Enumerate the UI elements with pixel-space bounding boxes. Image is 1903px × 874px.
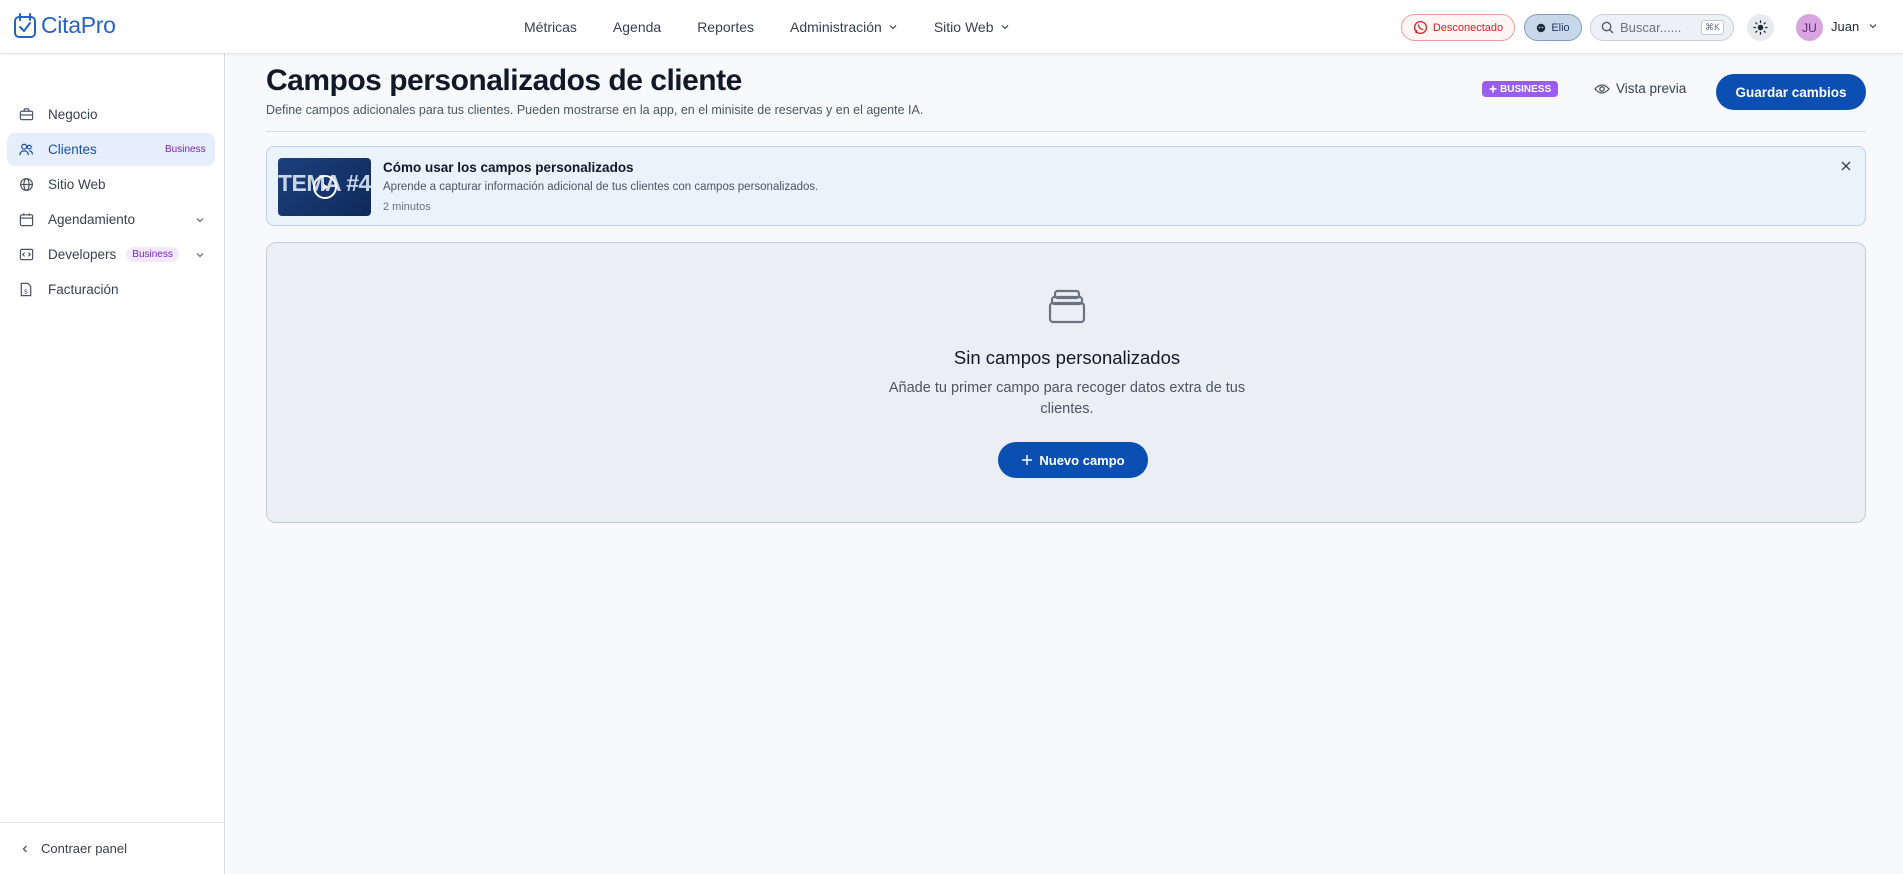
preview-label: Vista previa [1616,81,1687,96]
close-icon[interactable] [1839,159,1853,173]
main-nav: Métricas Agenda Reportes Administración … [524,0,1010,54]
page-subtitle: Define campos adicionales para tus clien… [266,103,924,117]
sidebar-item-sitio-web[interactable]: Sitio Web [7,168,215,201]
empty-state-text: Añade tu primer campo para recoger datos… [888,380,1246,417]
business-badge: Business [126,247,179,262]
sidebar-item-developers[interactable]: Developers Business [7,238,215,271]
nav-metricas[interactable]: Métricas [524,19,577,35]
empty-state-title: Sin campos personalizados [953,347,1181,368]
nav-agenda[interactable]: Agenda [613,19,661,35]
business-tag-label: BUSINESS [1500,83,1552,95]
logo[interactable]: CitaPro [13,12,116,39]
chevron-down-icon [1001,25,1008,30]
sidebar-item-label: Agendamiento [48,212,136,227]
theme-toggle-button[interactable] [1747,14,1774,41]
nav-reportes[interactable]: Reportes [697,19,754,35]
search-shortcut: ⌘K [1700,20,1724,35]
calendar-check-icon [14,12,36,38]
page-title: Campos personalizados de cliente [266,64,742,97]
whatsapp-status-button[interactable]: Desconectado [1401,14,1515,41]
top-bar: CitaPro Métricas Agenda Reportes Adminis… [0,0,1903,54]
video-duration: 2 minutos [383,201,431,213]
preview-button[interactable]: Vista previa [1594,81,1686,96]
assistant-label: Elio [1551,21,1570,34]
chevron-down-icon [196,218,204,223]
new-field-button[interactable]: Nuevo campo [998,442,1148,478]
sidebar-item-agendamiento[interactable]: Agendamiento [7,203,215,236]
search-input[interactable]: Buscar...... ⌘K [1590,14,1734,41]
sidebar-item-label: Sitio Web [48,177,106,192]
video-tutorial-card[interactable]: TEMA #4 Cómo usar los campos personaliza… [266,146,1866,226]
archive-icon [1048,289,1086,324]
bot-icon [1537,23,1546,32]
nav-administracion[interactable]: Administración [790,19,898,35]
chevron-left-icon [22,845,27,852]
sidebar-item-label: Negocio [48,107,98,122]
search-icon [1601,21,1614,34]
eye-icon [1594,83,1610,94]
sidebar-item-negocio[interactable]: Negocio [7,98,215,131]
user-name[interactable]: Juan [1831,19,1859,34]
plus-icon [1022,455,1033,465]
nav-label: Reportes [697,19,754,35]
play-icon[interactable] [313,175,337,199]
video-title: Cómo usar los campos personalizados [383,160,634,175]
video-thumbnail[interactable]: TEMA #4 [278,158,371,216]
sidebar-item-label: Developers [48,247,117,262]
assistant-button[interactable]: Elio [1524,14,1582,41]
business-badge: Business [165,144,206,155]
avatar[interactable]: JU [1796,14,1823,41]
globe-icon [18,177,34,193]
chevron-down-icon[interactable] [1868,21,1878,31]
empty-state-card: Sin campos personalizados Añade tu prime… [266,242,1866,523]
sidebar-item-label: Clientes [48,142,97,157]
chevron-down-icon [196,253,204,258]
whatsapp-status-label: Desconectado [1432,21,1504,34]
calendar-icon [18,212,34,228]
code-icon [18,247,34,263]
chevron-down-icon [889,25,897,30]
users-icon [18,142,34,158]
header-divider [266,131,1866,132]
logo-text: CitaPro [41,12,116,38]
nav-label: Métricas [524,19,577,35]
nav-label: Agenda [612,19,662,35]
briefcase-icon [18,107,34,123]
sidebar-item-clientes[interactable]: Clientes Business [7,133,215,166]
whatsapp-icon [1413,20,1427,35]
business-tag: BUSINESS [1482,81,1559,97]
plus-icon [1489,85,1497,93]
invoice-icon: $ [18,282,34,298]
collapse-panel-label: Contraer panel [41,841,127,856]
nav-sitio-web[interactable]: Sitio Web [934,19,1010,35]
search-placeholder: Buscar...... [1620,20,1682,35]
sidebar-item-label: Facturación [48,282,119,297]
save-button[interactable]: Guardar cambios [1716,74,1866,110]
nav-label: Sitio Web [933,19,994,35]
sun-icon [1753,20,1768,35]
sidebar-item-facturacion[interactable]: $ Facturación [7,273,215,306]
new-field-label: Nuevo campo [1039,452,1125,468]
svg-text:$: $ [24,287,28,295]
main-content: Campos personalizados de cliente Define … [226,54,1903,874]
video-description: Aprende a capturar información adicional… [383,181,819,193]
sidebar: Negocio Clientes Business Sitio Web Agen… [0,54,225,874]
nav-label: Administración [790,19,882,35]
collapse-panel-button[interactable]: Contraer panel [0,822,224,874]
